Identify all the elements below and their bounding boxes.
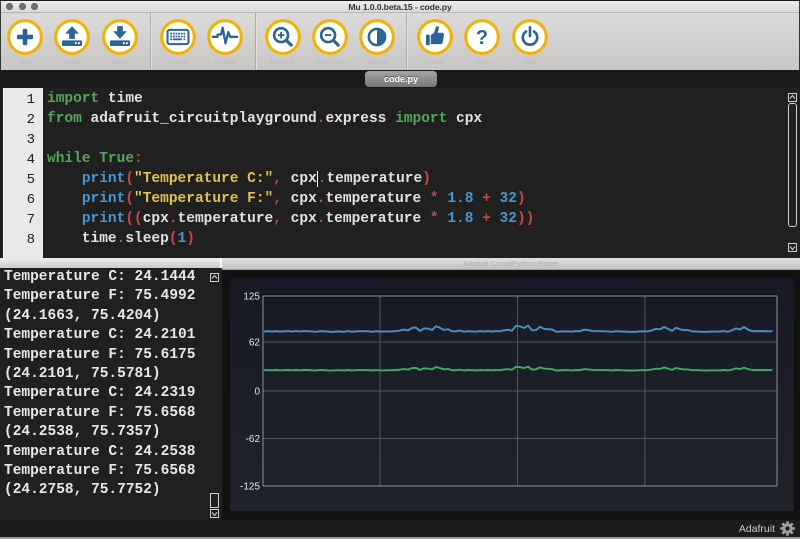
svg-text:62: 62: [249, 338, 261, 349]
svg-text:?: ?: [476, 27, 488, 49]
svg-text:-62: -62: [246, 434, 261, 445]
svg-text:-125: -125: [240, 482, 260, 493]
svg-text:125: 125: [243, 292, 260, 303]
svg-text:0: 0: [254, 387, 260, 398]
